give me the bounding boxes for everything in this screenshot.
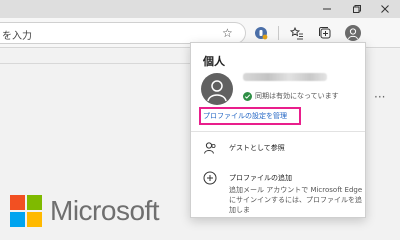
profile-icon — [345, 25, 361, 41]
restore-icon — [353, 5, 361, 13]
collections-button[interactable] — [314, 22, 336, 44]
title-bar — [0, 0, 400, 18]
blurred-account-email — [243, 73, 327, 81]
profile-avatar — [201, 73, 233, 105]
popup-title: 個人 — [203, 55, 225, 68]
toolbar-separator — [278, 26, 279, 40]
favorites-button[interactable] — [286, 22, 308, 44]
extension-icon — [255, 27, 268, 40]
microsoft-logo-icon — [10, 195, 42, 227]
address-placeholder: を入力 — [2, 31, 32, 42]
close-icon — [381, 5, 389, 13]
sync-status-row: 同期は有効になっています — [243, 91, 339, 101]
extension-button[interactable] — [250, 22, 272, 44]
more-options-icon[interactable]: ··· — [374, 90, 385, 104]
collections-icon — [319, 27, 331, 39]
sync-check-icon — [243, 91, 252, 101]
minimize-button[interactable] — [312, 0, 342, 18]
add-profile-icon — [203, 171, 217, 185]
sync-status-text: 同期は有効になっています — [255, 92, 339, 100]
address-bar[interactable]: を入力 ☆ — [0, 22, 246, 44]
profile-button[interactable] — [342, 22, 364, 44]
guest-icon — [203, 141, 217, 155]
page-divider — [0, 63, 190, 64]
favorites-icon — [290, 26, 303, 40]
microsoft-wordmark: Microsoft — [50, 195, 160, 226]
star-icon[interactable]: ☆ — [222, 26, 233, 40]
popup-divider — [191, 131, 365, 132]
add-profile-item[interactable]: プロファイルの追加 — [229, 173, 292, 183]
manage-profile-link[interactable]: プロファイルの設定を管理 — [203, 111, 287, 121]
add-profile-description: 追加メール アカウントで Microsoft Edge にサインインするには、プ… — [229, 186, 363, 214]
close-button[interactable] — [370, 0, 400, 18]
restore-button[interactable] — [342, 0, 372, 18]
profile-popup: 個人 同期は有効になっています プロファイルの設定を管理 ゲストとして参照 プロ… — [190, 42, 366, 218]
minimize-icon — [323, 8, 331, 10]
browse-as-guest-item[interactable]: ゲストとして参照 — [229, 143, 285, 153]
